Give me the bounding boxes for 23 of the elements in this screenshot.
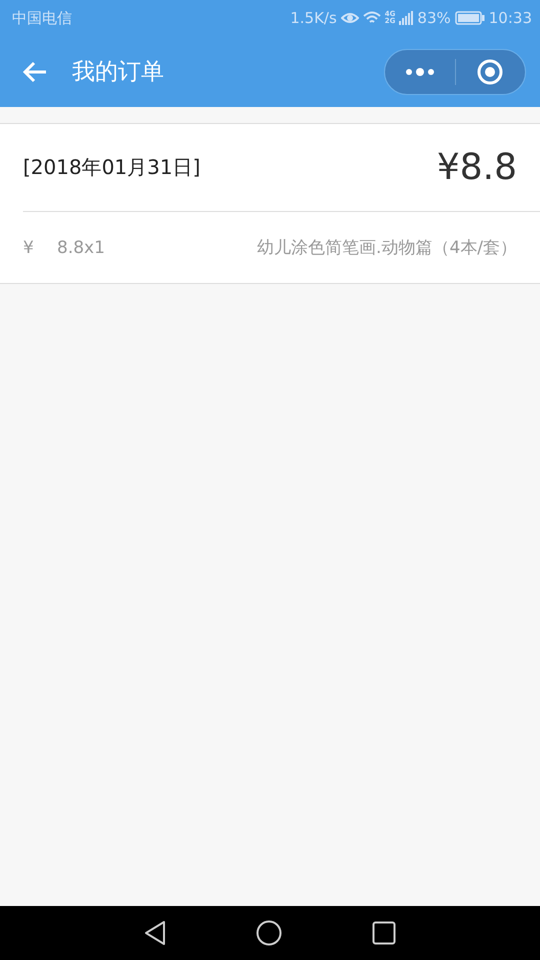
back-arrow-icon xyxy=(22,60,48,82)
item-price: 8.8x1 xyxy=(57,238,106,258)
carrier-name: 中国电信 xyxy=(12,8,72,28)
target-icon xyxy=(476,58,504,86)
home-circle-icon xyxy=(256,920,282,946)
clock-time: 10:33 xyxy=(488,9,532,27)
wifi-icon xyxy=(362,11,381,25)
home-button[interactable] xyxy=(256,920,282,946)
item-name: 幼儿涂色简笔画.动物篇（4本/套） xyxy=(256,237,517,259)
battery-icon xyxy=(454,11,485,25)
order-date: [2018年01月31日] xyxy=(23,154,200,181)
currency-symbol: ¥ xyxy=(23,238,35,258)
signal-icon xyxy=(399,11,414,25)
more-icon xyxy=(404,66,435,76)
page-title: 我的订单 xyxy=(72,58,165,87)
battery-percent: 83% xyxy=(417,9,451,27)
recents-button[interactable] xyxy=(372,921,396,945)
back-button[interactable] xyxy=(144,920,166,946)
order-total: ¥8.8 xyxy=(436,147,517,188)
network-speed: 1.5K/s xyxy=(290,9,337,27)
recents-square-icon xyxy=(372,921,396,945)
back-triangle-icon xyxy=(144,920,166,946)
eye-icon xyxy=(340,11,359,25)
